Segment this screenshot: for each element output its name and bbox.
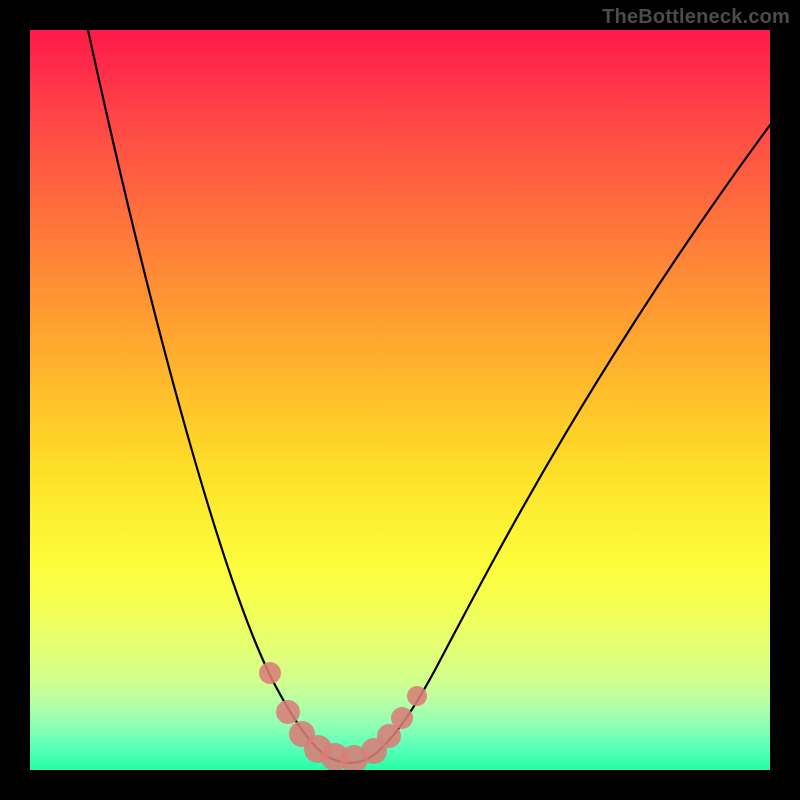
marker-0: [259, 662, 281, 684]
marker-group: [259, 662, 427, 770]
marker-8: [391, 707, 413, 729]
watermark-label: TheBottleneck.com: [602, 6, 790, 29]
chart-svg: [30, 30, 770, 770]
chart-frame: TheBottleneck.com: [0, 0, 800, 800]
marker-9: [407, 686, 427, 706]
plot-area: [30, 30, 770, 770]
marker-1: [276, 700, 300, 724]
bottleneck-curve: [88, 30, 770, 763]
